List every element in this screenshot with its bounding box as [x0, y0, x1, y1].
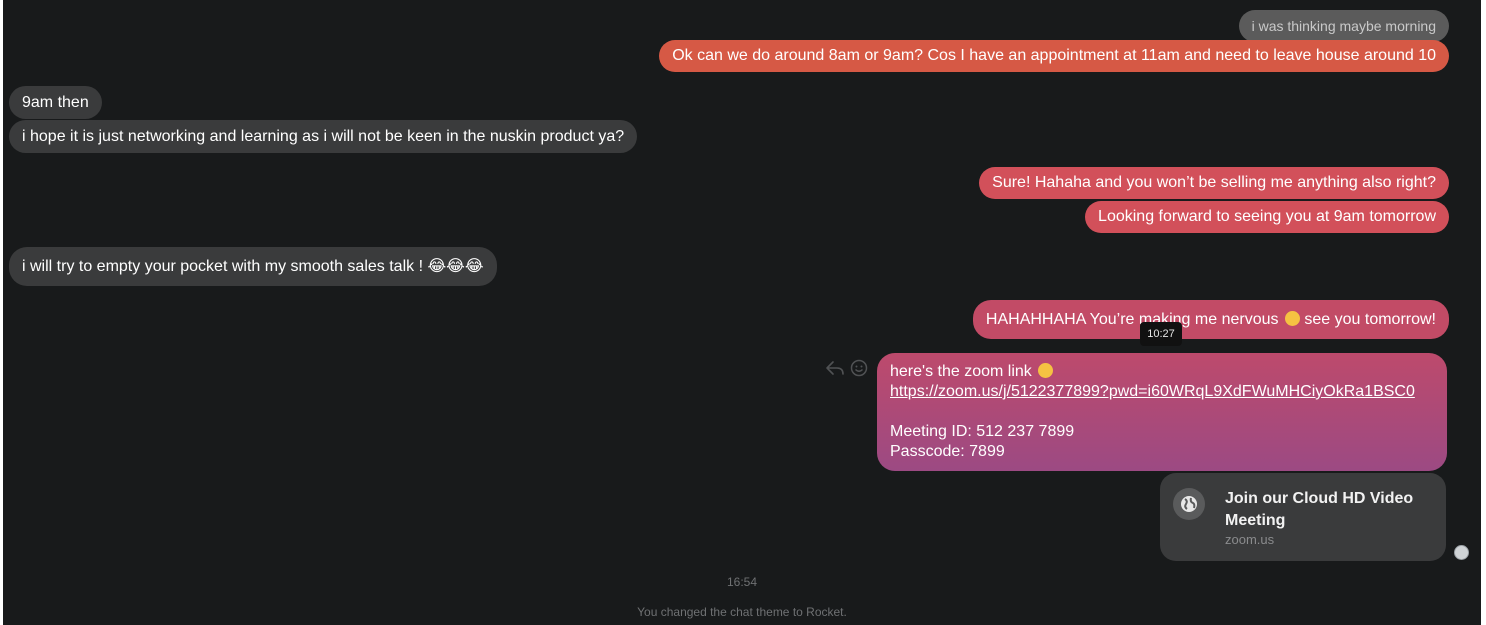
reaction-icon[interactable]: [850, 359, 868, 382]
message-line: here's the zoom link: [890, 362, 1434, 382]
message-text: HAHAHHAHA You’re making me nervous: [985, 311, 1279, 328]
message-line: https://zoom.us/j/5122377899?pwd=i60WRqL…: [890, 382, 1434, 402]
link-preview-card[interactable]: Join our Cloud HD Video Meeting zoom.us: [1160, 473, 1446, 561]
message-outgoing[interactable]: Ok can we do around 8am or 9am? Cos I ha…: [659, 40, 1449, 72]
message-outgoing[interactable]: i was thinking maybe morning: [1238, 10, 1449, 42]
reply-icon[interactable]: [825, 360, 845, 381]
message-outgoing[interactable]: Sure! Hahaha and you won’t be selling me…: [979, 167, 1449, 199]
message-incoming[interactable]: 9am then: [9, 86, 102, 119]
date-separator: 16:54: [726, 575, 758, 589]
message-incoming[interactable]: i hope it is just networking and learnin…: [9, 120, 638, 153]
timestamp-tooltip: 10:27: [1140, 322, 1182, 346]
message-outgoing[interactable]: Looking forward to seeing you at 9am tom…: [1085, 201, 1449, 233]
globe-icon: [1173, 488, 1205, 520]
message-text: see you tomorrow!: [1304, 311, 1436, 328]
link-preview-domain: zoom.us: [1225, 532, 1275, 547]
chat-thread: i was thinking maybe morning Ok can we d…: [3, 0, 1481, 625]
avatar[interactable]: [1454, 545, 1469, 560]
system-message: You changed the chat theme to Rocket.: [637, 605, 847, 619]
message-outgoing-zoom[interactable]: here's the zoom link https://zoom.us/j/5…: [877, 353, 1447, 471]
message-incoming[interactable]: i will try to empty your pocket with my …: [9, 247, 497, 286]
meeting-id-text: Meeting ID: 512 237 7899: [890, 423, 1075, 440]
smiling-emoji-icon: [1038, 363, 1054, 378]
zoom-link[interactable]: https://zoom.us/j/5122377899?pwd=i60WRqL…: [890, 383, 1415, 400]
message-outgoing[interactable]: HAHAHHAHA You’re making me nervous see y…: [972, 300, 1449, 339]
message-text: here's the zoom link: [890, 363, 1032, 380]
passcode-text: Passcode: 7899: [890, 443, 1005, 460]
link-preview-title: Join our Cloud HD Video Meeting: [1225, 490, 1414, 529]
grinning-sweat-emoji-icon: [1284, 311, 1300, 326]
